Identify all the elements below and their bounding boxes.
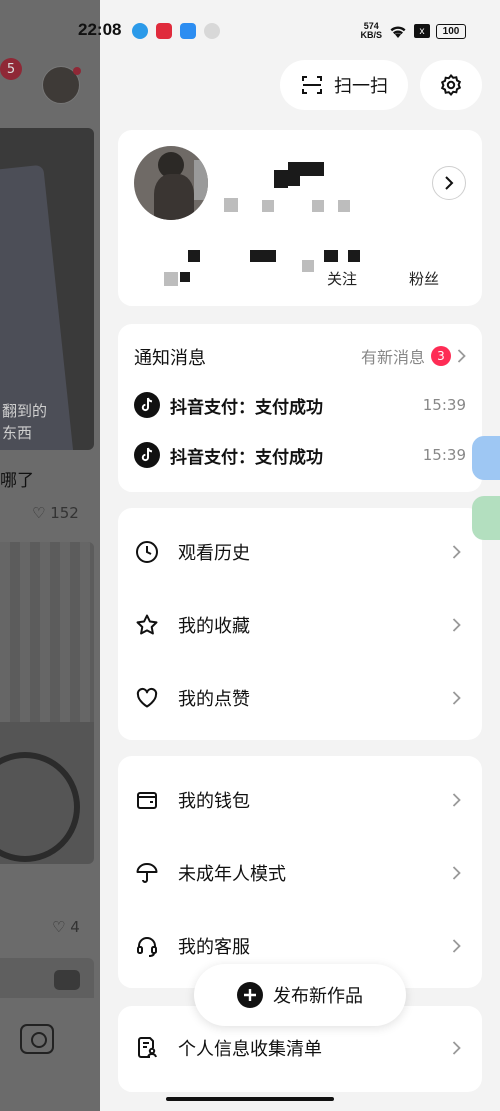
redacted-id xyxy=(262,200,274,212)
chevron-right-icon xyxy=(452,1038,466,1058)
card-caption: 翻到的 东西 xyxy=(2,402,48,442)
redacted-username xyxy=(284,176,300,186)
new-messages-link[interactable]: 有新消息 3 xyxy=(361,344,466,368)
notification-item[interactable]: 抖音支付：支付成功 15:39 xyxy=(134,440,466,470)
plus-icon xyxy=(237,982,263,1008)
stat-likes[interactable] xyxy=(140,242,220,286)
stat-followers[interactable]: 粉丝 xyxy=(384,242,464,289)
bicycle-image xyxy=(0,752,80,862)
menu-item-customer-service[interactable]: 我的客服 xyxy=(134,926,466,966)
like-count: ♡ 4 xyxy=(52,918,80,936)
feed-card[interactable] xyxy=(0,542,94,864)
menu-item-wallet[interactable]: 我的钱包 xyxy=(134,780,466,820)
play-icon xyxy=(54,970,80,990)
clock-icon xyxy=(134,539,160,565)
wifi-icon xyxy=(390,26,406,38)
unread-count-badge: 3 xyxy=(431,346,451,366)
stat-following[interactable]: 关注 xyxy=(302,242,382,289)
post-title: 哪了 xyxy=(0,471,34,491)
chevron-right-icon xyxy=(452,688,466,708)
app-notification-icon xyxy=(180,23,196,39)
menu-item-favorites[interactable]: 我的收藏 xyxy=(134,605,466,645)
profile-stats: 关注 粉丝 xyxy=(118,242,482,292)
menu-group-activity: 观看历史 我的收藏 我的点赞 xyxy=(118,508,482,740)
profile-arrow-button[interactable] xyxy=(432,166,466,200)
settings-button[interactable] xyxy=(420,60,482,110)
publish-new-work-button[interactable]: 发布新作品 xyxy=(194,964,406,1026)
scan-label: 扫一扫 xyxy=(334,76,388,97)
camera-icon[interactable] xyxy=(20,1024,54,1054)
redacted-id xyxy=(224,198,238,212)
app-notification-icon xyxy=(204,23,220,39)
document-user-icon xyxy=(134,1035,160,1061)
umbrella-icon xyxy=(134,860,160,886)
network-speed: 574 KB/S xyxy=(360,21,382,40)
menu-item-likes[interactable]: 我的点赞 xyxy=(134,678,466,718)
notification-card[interactable]: 通知消息 有新消息 3 抖音支付：支付成功 15:39 抖音支付：支付成功 15… xyxy=(118,324,482,492)
menu-item-personal-info-list[interactable]: 个人信息收集清单 xyxy=(134,1028,466,1068)
star-icon xyxy=(134,612,160,638)
profile-card[interactable]: 关注 粉丝 xyxy=(118,130,482,306)
status-app-icons xyxy=(132,23,220,39)
scan-button[interactable]: 扫一扫 xyxy=(280,60,408,110)
redacted-username xyxy=(288,162,324,176)
background-feed: 5 翻到的 东西 哪了 ♡ 152 ♡ 4 xyxy=(0,0,100,1111)
chevron-right-icon xyxy=(457,349,466,363)
chevron-right-icon xyxy=(445,176,454,190)
chevron-right-icon xyxy=(452,542,466,562)
profile-drawer: 扫一扫 关注 粉丝 通知消息 有新消息 3 抖音支付：支付成功 15:39 抖音… xyxy=(100,0,500,1111)
stat-friends[interactable] xyxy=(228,242,308,268)
home-indicator[interactable] xyxy=(166,1097,334,1101)
menu-item-watch-history[interactable]: 观看历史 xyxy=(134,532,466,572)
battery-icon: 100 xyxy=(436,23,466,39)
menu-item-minor-mode[interactable]: 未成年人模式 xyxy=(134,853,466,893)
feed-card[interactable]: 翻到的 东西 xyxy=(0,128,94,450)
headset-icon xyxy=(134,933,160,959)
status-time: 22:08 xyxy=(78,20,122,39)
publish-label: 发布新作品 xyxy=(273,986,363,1007)
douyin-icon xyxy=(134,392,160,418)
chevron-right-icon xyxy=(452,615,466,635)
menu-group-services: 我的钱包 未成年人模式 我的客服 xyxy=(118,756,482,988)
status-indicators: 574 KB/S x 100 xyxy=(360,22,466,40)
douyin-icon xyxy=(134,442,160,468)
drawer-top-actions: 扫一扫 xyxy=(100,60,500,112)
redacted-id xyxy=(338,200,350,212)
app-notification-icon xyxy=(156,23,172,39)
notification-item[interactable]: 抖音支付：支付成功 15:39 xyxy=(134,390,466,420)
avatar[interactable] xyxy=(134,146,208,220)
scan-icon xyxy=(302,76,322,94)
wallet-icon xyxy=(134,787,160,813)
feed-card[interactable] xyxy=(0,958,94,998)
like-count: ♡ 152 xyxy=(32,504,79,522)
heart-icon xyxy=(134,685,160,711)
chevron-right-icon xyxy=(452,790,466,810)
qq-icon xyxy=(132,23,148,39)
notification-title: 通知消息 xyxy=(134,348,206,369)
gear-icon xyxy=(440,73,462,97)
floating-more-tab[interactable] xyxy=(472,496,500,540)
building-image xyxy=(0,542,94,722)
chevron-right-icon xyxy=(452,936,466,956)
feed-avatar xyxy=(42,66,81,104)
no-sim-icon: x xyxy=(414,24,430,38)
status-bar: 22:08 574 KB/S x 100 xyxy=(0,0,500,62)
redacted-id xyxy=(312,200,324,212)
chevron-right-icon xyxy=(452,863,466,883)
floating-tool-tab[interactable] xyxy=(472,436,500,480)
